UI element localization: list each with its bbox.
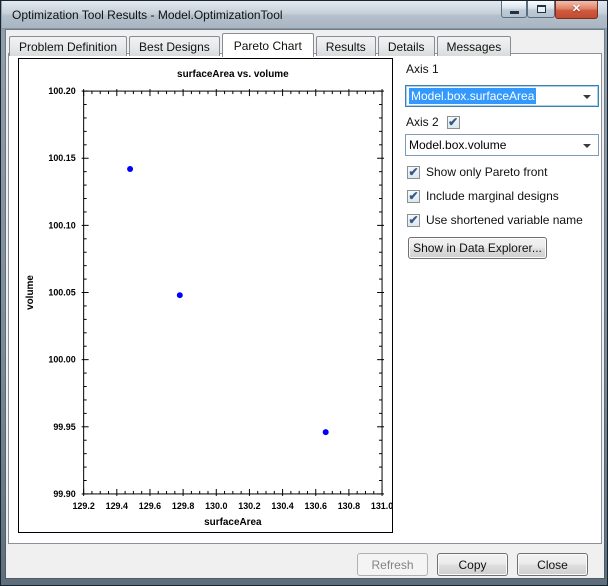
axis1-label: Axis 1 (406, 62, 439, 76)
chevron-down-icon[interactable] (583, 144, 591, 148)
axis1-select[interactable]: Model.box.surfaceArea (405, 85, 599, 107)
axis2-checkbox[interactable]: ✔ (447, 116, 460, 129)
tab-strip: Problem Definition Best Designs Pareto C… (9, 32, 513, 56)
svg-text:131.0: 131.0 (371, 501, 393, 511)
svg-text:100.00: 100.00 (48, 355, 75, 365)
svg-text:volume: volume (25, 275, 36, 310)
tab-results[interactable]: Results (316, 36, 376, 56)
tab-pareto-chart[interactable]: Pareto Chart (222, 33, 314, 57)
checkbox-label: Use shortened variable name (426, 213, 583, 227)
pareto-chart-page: 129.2 129.4 129.6 129.8 130.0 130.2 130.4 130.6… (8, 53, 602, 544)
window-title: Optimization Tool Results - Model.Optimi… (12, 8, 283, 22)
refresh-button[interactable]: Refresh (357, 553, 428, 576)
dialog-window: Optimization Tool Results - Model.Optimi… (0, 0, 608, 586)
svg-text:129.6: 129.6 (139, 501, 161, 511)
svg-text:100.15: 100.15 (48, 153, 75, 163)
checkbox-box-icon[interactable]: ✔ (407, 190, 420, 203)
svg-text:surfaceArea: surfaceArea (204, 517, 262, 528)
checkbox-box-icon[interactable]: ✔ (407, 214, 420, 227)
checkbox-box-icon[interactable]: ✔ (407, 166, 420, 179)
svg-text:130.6: 130.6 (305, 501, 327, 511)
tab-details[interactable]: Details (378, 36, 435, 56)
svg-text:99.95: 99.95 (53, 422, 75, 432)
svg-text:surfaceArea vs. volume: surfaceArea vs. volume (177, 69, 289, 80)
tab-best-designs[interactable]: Best Designs (129, 36, 220, 56)
svg-text:99.90: 99.90 (53, 489, 75, 499)
tab-problem-definition[interactable]: Problem Definition (9, 36, 127, 56)
axis1-selected-value: Model.box.surfaceArea (409, 88, 536, 104)
svg-text:130.4: 130.4 (271, 501, 293, 511)
tab-messages[interactable]: Messages (437, 36, 512, 56)
svg-text:130.0: 130.0 (205, 501, 227, 511)
copy-button[interactable]: Copy (437, 553, 508, 576)
checkbox-use-shortened-variable-name[interactable]: ✔ Use shortened variable name (407, 213, 583, 227)
svg-text:100.20: 100.20 (48, 86, 75, 96)
svg-text:130.8: 130.8 (338, 501, 360, 511)
close-button[interactable]: ✕ (555, 1, 598, 19)
checkbox-label: Show only Pareto front (426, 165, 547, 179)
svg-text:100.05: 100.05 (48, 288, 75, 298)
checkbox-show-only-pareto-front[interactable]: ✔ Show only Pareto front (407, 165, 547, 179)
svg-text:129.2: 129.2 (72, 501, 94, 511)
svg-text:129.4: 129.4 (106, 501, 128, 511)
axis2-selected-value: Model.box.volume (409, 138, 506, 152)
chevron-down-icon[interactable] (583, 95, 591, 99)
axis2-select[interactable]: Model.box.volume (405, 134, 599, 156)
maximize-button[interactable] (527, 1, 555, 18)
axis2-row: Axis 2 ✔ (406, 115, 460, 129)
checkbox-label: Include marginal designs (426, 189, 559, 203)
show-in-data-explorer-button[interactable]: Show in Data Explorer... (408, 237, 547, 259)
close-icon: ✕ (572, 4, 581, 15)
checkbox-include-marginal-designs[interactable]: ✔ Include marginal designs (407, 189, 559, 203)
svg-text:129.8: 129.8 (172, 501, 194, 511)
minimize-button[interactable] (501, 1, 527, 18)
pareto-scatter-chart: 129.2 129.4 129.6 129.8 130.0 130.2 130.4 130.6… (18, 58, 393, 533)
svg-text:130.2: 130.2 (238, 501, 260, 511)
axis2-label: Axis 2 (406, 115, 439, 129)
maximize-icon (537, 5, 546, 13)
close-dialog-button[interactable]: Close (517, 553, 588, 576)
svg-text:100.10: 100.10 (48, 220, 75, 230)
minimize-icon (510, 11, 519, 14)
